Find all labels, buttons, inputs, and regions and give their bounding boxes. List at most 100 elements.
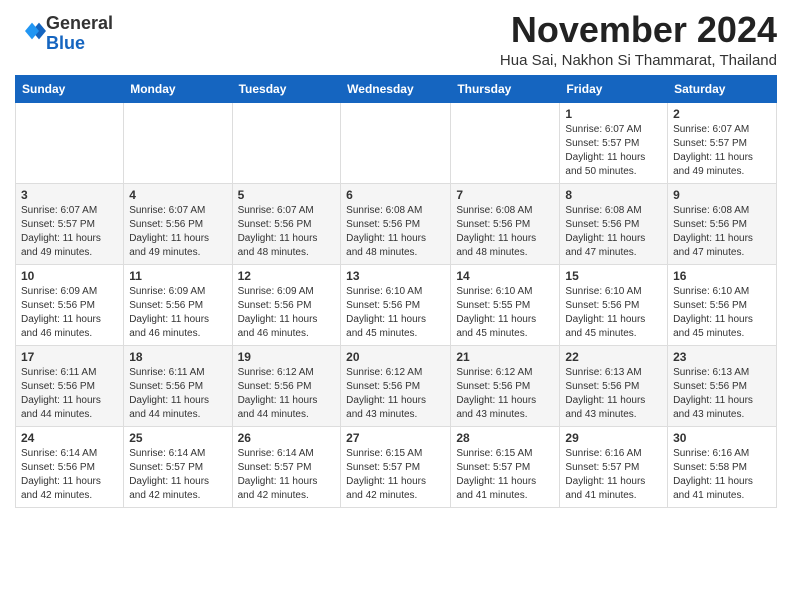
day-header-saturday: Saturday [668,75,777,102]
day-number: 1 [565,107,662,121]
day-header-monday: Monday [124,75,232,102]
page-header: General Blue November 2024 Hua Sai, Nakh… [15,10,777,69]
logo-general-text: General [46,13,113,33]
calendar-cell [232,102,341,183]
week-row-1: 1 Sunrise: 6:07 AM Sunset: 5:57 PM Daylig… [16,102,777,183]
calendar-body: 1 Sunrise: 6:07 AM Sunset: 5:57 PM Daylig… [16,102,777,507]
calendar-cell [451,102,560,183]
day-info: Sunrise: 6:08 AM Sunset: 5:56 PM Dayligh… [456,204,554,260]
day-number: 16 [673,269,771,283]
day-info: Sunrise: 6:16 AM Sunset: 5:57 PM Dayligh… [565,447,662,503]
calendar-cell: 18 Sunrise: 6:11 AM Sunset: 5:56 PM Dayli… [124,345,232,426]
calendar-cell: 9Sunrise: 6:08 AM Sunset: 5:56 PM Daylig… [668,183,777,264]
day-number: 14 [456,269,554,283]
week-row-5: 24 Sunrise: 6:14 AM Sunset: 5:56 PM Dayli… [16,426,777,507]
logo-icon [18,17,46,45]
calendar-cell: 11 Sunrise: 6:09 AM Sunset: 5:56 PM Dayli… [124,264,232,345]
calendar-cell [16,102,124,183]
calendar-cell: 6 Sunrise: 6:08 AM Sunset: 5:56 PM Daylig… [341,183,451,264]
day-number: 5 [238,188,336,202]
day-info: Sunrise: 6:10 AM Sunset: 5:56 PM Dayligh… [346,285,445,341]
day-info: Sunrise: 6:07 AM Sunset: 5:56 PM Dayligh… [238,204,336,260]
calendar-cell [124,102,232,183]
day-info: Sunrise: 6:08 AM Sunset: 5:56 PM Dayligh… [565,204,662,260]
calendar-cell: 1Sunrise: 6:07 AM Sunset: 5:57 PM Daylig… [560,102,668,183]
calendar-cell: 16Sunrise: 6:10 AM Sunset: 5:56 PM Dayli… [668,264,777,345]
day-info: Sunrise: 6:11 AM Sunset: 5:56 PM Dayligh… [21,366,118,422]
day-info: Sunrise: 6:08 AM Sunset: 5:56 PM Dayligh… [673,204,771,260]
month-title: November 2024 [500,10,777,50]
calendar-cell: 12Sunrise: 6:09 AM Sunset: 5:56 PM Dayli… [232,264,341,345]
day-info: Sunrise: 6:13 AM Sunset: 5:56 PM Dayligh… [673,366,771,422]
day-number: 29 [565,431,662,445]
day-number: 18 [129,350,226,364]
calendar-table: SundayMondayTuesdayWednesdayThursdayFrid… [15,75,777,508]
logo-text: General Blue [46,14,113,54]
calendar-cell [341,102,451,183]
day-info: Sunrise: 6:09 AM Sunset: 5:56 PM Dayligh… [21,285,118,341]
calendar-cell: 26 Sunrise: 6:14 AM Sunset: 5:57 PM Dayli… [232,426,341,507]
calendar-cell: 23 Sunrise: 6:13 AM Sunset: 5:56 PM Dayli… [668,345,777,426]
calendar-cell: 13 Sunrise: 6:10 AM Sunset: 5:56 PM Dayli… [341,264,451,345]
calendar-cell: 28 Sunrise: 6:15 AM Sunset: 5:57 PM Dayli… [451,426,560,507]
day-number: 24 [21,431,118,445]
day-number: 25 [129,431,226,445]
day-number: 4 [129,188,226,202]
calendar-cell: 8 Sunrise: 6:08 AM Sunset: 5:56 PM Daylig… [560,183,668,264]
day-header-tuesday: Tuesday [232,75,341,102]
calendar-cell: 5 Sunrise: 6:07 AM Sunset: 5:56 PM Daylig… [232,183,341,264]
day-number: 27 [346,431,445,445]
logo: General Blue [15,14,113,54]
calendar-cell: 25 Sunrise: 6:14 AM Sunset: 5:57 PM Dayli… [124,426,232,507]
calendar-cell: 20Sunrise: 6:12 AM Sunset: 5:56 PM Dayli… [341,345,451,426]
day-info: Sunrise: 6:15 AM Sunset: 5:57 PM Dayligh… [456,447,554,503]
day-header-sunday: Sunday [16,75,124,102]
day-number: 30 [673,431,771,445]
day-info: Sunrise: 6:10 AM Sunset: 5:56 PM Dayligh… [565,285,662,341]
calendar-cell: 2 Sunrise: 6:07 AM Sunset: 5:57 PM Daylig… [668,102,777,183]
calendar-cell: 24 Sunrise: 6:14 AM Sunset: 5:56 PM Dayli… [16,426,124,507]
location-title: Hua Sai, Nakhon Si Thammarat, Thailand [500,52,777,69]
calendar-cell: 30 Sunrise: 6:16 AM Sunset: 5:58 PM Dayli… [668,426,777,507]
day-info: Sunrise: 6:07 AM Sunset: 5:57 PM Dayligh… [673,123,771,179]
calendar-cell: 29 Sunrise: 6:16 AM Sunset: 5:57 PM Dayli… [560,426,668,507]
day-number: 15 [565,269,662,283]
day-number: 8 [565,188,662,202]
day-number: 2 [673,107,771,121]
logo-blue-text: Blue [46,33,85,53]
day-number: 13 [346,269,445,283]
day-info: Sunrise: 6:14 AM Sunset: 5:57 PM Dayligh… [238,447,336,503]
calendar-cell: 4 Sunrise: 6:07 AM Sunset: 5:56 PM Daylig… [124,183,232,264]
day-header-friday: Friday [560,75,668,102]
day-number: 7 [456,188,554,202]
day-info: Sunrise: 6:11 AM Sunset: 5:56 PM Dayligh… [129,366,226,422]
calendar-cell: 3Sunrise: 6:07 AM Sunset: 5:57 PM Daylig… [16,183,124,264]
calendar-cell: 22Sunrise: 6:13 AM Sunset: 5:56 PM Dayli… [560,345,668,426]
day-number: 17 [21,350,118,364]
day-info: Sunrise: 6:09 AM Sunset: 5:56 PM Dayligh… [129,285,226,341]
day-number: 21 [456,350,554,364]
day-info: Sunrise: 6:14 AM Sunset: 5:57 PM Dayligh… [129,447,226,503]
day-info: Sunrise: 6:08 AM Sunset: 5:56 PM Dayligh… [346,204,445,260]
day-info: Sunrise: 6:09 AM Sunset: 5:56 PM Dayligh… [238,285,336,341]
day-number: 22 [565,350,662,364]
week-row-3: 10Sunrise: 6:09 AM Sunset: 5:56 PM Dayli… [16,264,777,345]
day-info: Sunrise: 6:16 AM Sunset: 5:58 PM Dayligh… [673,447,771,503]
day-header-thursday: Thursday [451,75,560,102]
calendar-cell: 15 Sunrise: 6:10 AM Sunset: 5:56 PM Dayli… [560,264,668,345]
day-info: Sunrise: 6:07 AM Sunset: 5:56 PM Dayligh… [129,204,226,260]
day-number: 28 [456,431,554,445]
calendar-cell: 14Sunrise: 6:10 AM Sunset: 5:55 PM Dayli… [451,264,560,345]
calendar-cell: 19Sunrise: 6:12 AM Sunset: 5:56 PM Dayli… [232,345,341,426]
day-number: 23 [673,350,771,364]
day-header-wednesday: Wednesday [341,75,451,102]
calendar-header-row: SundayMondayTuesdayWednesdayThursdayFrid… [16,75,777,102]
day-info: Sunrise: 6:12 AM Sunset: 5:56 PM Dayligh… [456,366,554,422]
day-number: 20 [346,350,445,364]
day-number: 6 [346,188,445,202]
day-number: 11 [129,269,226,283]
calendar-cell: 10Sunrise: 6:09 AM Sunset: 5:56 PM Dayli… [16,264,124,345]
day-info: Sunrise: 6:14 AM Sunset: 5:56 PM Dayligh… [21,447,118,503]
day-number: 26 [238,431,336,445]
calendar-cell: 21 Sunrise: 6:12 AM Sunset: 5:56 PM Dayli… [451,345,560,426]
